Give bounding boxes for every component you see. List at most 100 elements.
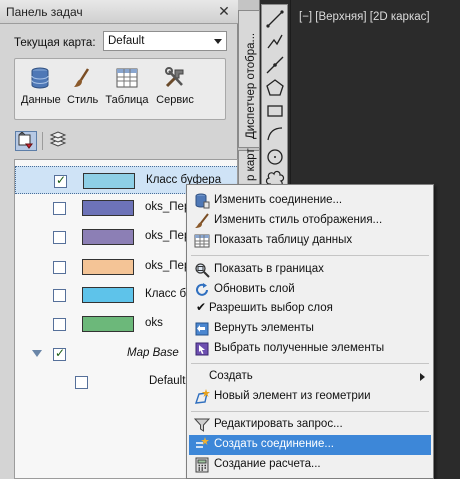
toolbar-separator: [42, 132, 43, 150]
layers-icon: [49, 131, 67, 147]
pane-title: Панель задач: [6, 5, 83, 19]
menu-item-create-join[interactable]: Создать соединение...: [189, 435, 431, 455]
add-layer-button[interactable]: [15, 131, 37, 151]
menu-item-refresh-layer[interactable]: Обновить слой: [189, 280, 431, 300]
menu-item-label: Изменить стиль отображения...: [214, 214, 383, 226]
menu-item-new-feature-from-geometry[interactable]: Новый элемент из геометрии: [189, 387, 431, 407]
menu-item-select-features[interactable]: Выбрать полученные элементы: [189, 339, 431, 359]
menu-item-label: Редактировать запрос...: [214, 418, 343, 430]
task-toolbar: Данные Стиль Таблица Сервис: [14, 58, 226, 120]
pane-titlebar[interactable]: Панель задач ✕: [0, 0, 238, 24]
layer-visibility-checkbox[interactable]: [54, 173, 67, 188]
menu-item-label: Обновить слой: [214, 283, 295, 295]
brush-icon: [195, 213, 209, 228]
filter-icon: [194, 418, 210, 432]
style-label: Стиль: [67, 94, 99, 106]
menu-item-label: Новый элемент из геометрии: [214, 390, 371, 402]
tab-map-explorer-label: р карт: [245, 148, 257, 181]
close-icon[interactable]: ✕: [216, 3, 232, 19]
layer-visibility-checkbox[interactable]: [53, 318, 66, 331]
menu-item-edit-style[interactable]: Изменить стиль отображения...: [189, 211, 431, 231]
group-visibility-checkbox[interactable]: [53, 346, 66, 361]
line-icon: [266, 10, 284, 28]
style-button[interactable]: Стиль: [67, 67, 99, 106]
circle-tool-button[interactable]: [265, 147, 285, 167]
zoom-extents-icon: [195, 263, 210, 278]
child-visibility-checkbox[interactable]: [75, 376, 88, 389]
circle-icon: [267, 149, 283, 165]
menu-item-show-data-table[interactable]: Показать таблицу данных: [189, 231, 431, 251]
viewport-controls-label[interactable]: [−] [Верхняя] [2D каркас]: [299, 11, 430, 23]
calculator-icon: [195, 457, 209, 473]
database-connect-icon: [195, 193, 210, 209]
polygon-icon: [266, 79, 284, 96]
layer-name: oks_Пер: [145, 260, 191, 272]
layer-style-swatch: [82, 259, 134, 275]
select-features-icon: [195, 342, 209, 356]
line-tool-button[interactable]: [265, 9, 285, 29]
menu-separator: [191, 363, 429, 364]
checkmark-icon: ✔: [196, 300, 207, 314]
service-button[interactable]: Сервис: [154, 67, 196, 106]
table-icon: [194, 234, 210, 248]
group-name: Map Base: [127, 347, 179, 359]
menu-item-edit-query[interactable]: Редактировать запрос...: [189, 415, 431, 435]
brush-icon: [74, 68, 90, 87]
join-icon: [196, 437, 209, 448]
layer-name: oks: [145, 317, 163, 329]
menu-item-create-calculation[interactable]: Создание расчета...: [189, 455, 431, 475]
layer-visibility-checkbox[interactable]: [53, 231, 66, 244]
child-name: Default: [149, 375, 186, 387]
rectangle-tool-button[interactable]: [265, 101, 285, 121]
group-layers-button[interactable]: [48, 131, 70, 151]
table-label: Таблица: [105, 94, 149, 106]
add-layer-icon: [18, 131, 33, 149]
menu-item-allow-selection[interactable]: ✔ Разрешить выбор слоя: [189, 299, 431, 319]
table-icon: [116, 68, 138, 88]
layer-style-swatch: [82, 229, 134, 245]
menu-item-edit-connection[interactable]: Изменить соединение...: [189, 191, 431, 211]
layer-visibility-checkbox[interactable]: [53, 289, 66, 302]
current-map-label: Текущая карта:: [14, 37, 96, 49]
menu-item-label: Создать: [209, 370, 253, 382]
draw-toolbar: [261, 4, 288, 204]
layer-name: oks_Пер: [145, 230, 191, 242]
arc-icon: [267, 127, 283, 141]
menu-item-label: Создать соединение...: [214, 438, 334, 450]
layer-name: Класс б: [145, 288, 187, 300]
menu-item-return-features[interactable]: Вернуть элементы: [189, 319, 431, 339]
arc-tool-button[interactable]: [265, 124, 285, 144]
refresh-icon: [196, 283, 208, 296]
service-label: Сервис: [156, 94, 194, 106]
layer-visibility-checkbox[interactable]: [53, 202, 66, 215]
database-icon: [31, 67, 49, 89]
tab-display-manager-label: Диспетчер отобра...: [245, 32, 257, 139]
current-map-dropdown[interactable]: Default: [103, 31, 227, 51]
menu-item-label: Вернуть элементы: [214, 322, 314, 334]
tools-icon: [165, 67, 184, 88]
polyline-tool-button[interactable]: [265, 32, 285, 52]
menu-item-label: Изменить соединение...: [214, 194, 343, 206]
chevron-right-icon: [420, 373, 425, 381]
menu-item-label: Выбрать полученные элементы: [214, 342, 385, 354]
layer-style-swatch: [82, 287, 134, 303]
data-button[interactable]: Данные: [21, 67, 61, 106]
menu-separator: [191, 411, 429, 412]
expand-arrow-icon[interactable]: [32, 350, 42, 357]
menu-item-zoom-extents[interactable]: Показать в границах: [189, 260, 431, 280]
layer-visibility-checkbox[interactable]: [53, 261, 66, 274]
layer-context-menu: Изменить соединение... Изменить стиль от…: [186, 184, 434, 479]
construction-line-tool-button[interactable]: [265, 55, 285, 75]
menu-item-create-submenu[interactable]: Создать: [189, 367, 431, 387]
current-map-value: Default: [108, 35, 145, 47]
return-features-icon: [195, 322, 209, 336]
menu-item-label: Разрешить выбор слоя: [209, 302, 333, 314]
data-label: Данные: [21, 94, 61, 106]
menu-item-label: Создание расчета...: [214, 458, 321, 470]
layer-name: oks_Пер: [145, 201, 191, 213]
polygon-tool-button[interactable]: [265, 78, 285, 98]
tab-display-manager[interactable]: Диспетчер отобра...: [238, 10, 260, 148]
table-button[interactable]: Таблица: [104, 67, 150, 106]
chevron-down-icon: [214, 39, 222, 44]
layer-style-swatch: [83, 173, 135, 189]
